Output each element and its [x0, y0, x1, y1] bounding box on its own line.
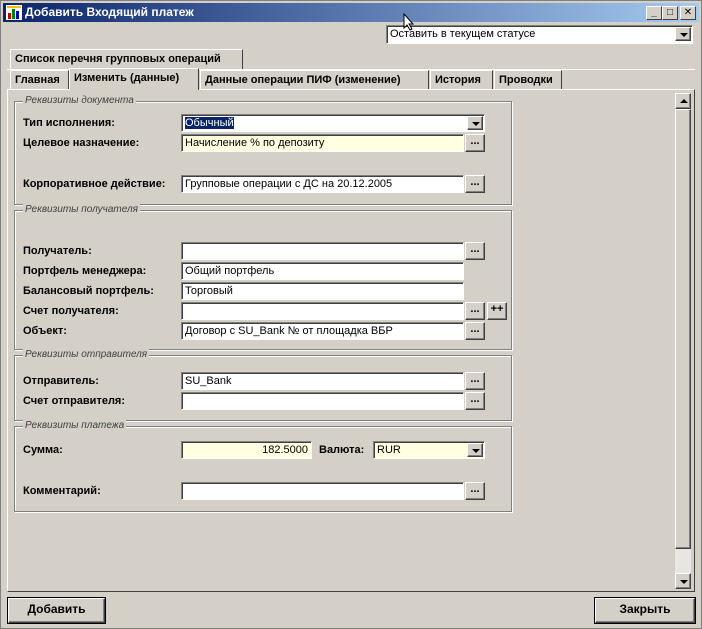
arrow-up-icon	[680, 99, 688, 103]
comment-label: Комментарий:	[23, 485, 101, 497]
sender-field[interactable]: SU_Bank	[181, 372, 464, 390]
group-title: Реквизиты платежа	[23, 420, 127, 431]
currency-select[interactable]: RUR	[373, 441, 485, 459]
object-browse-button[interactable]: ...	[465, 322, 485, 340]
amount-field[interactable]: 182.5000	[181, 441, 312, 459]
ellipsis-icon: ...	[470, 243, 480, 255]
close-window-button[interactable]: ✕	[680, 6, 696, 20]
tab-edit-data[interactable]: Изменить (данные)	[69, 68, 199, 90]
amount-label: Сумма:	[23, 444, 63, 456]
tab-label: История	[435, 74, 481, 86]
purpose-field[interactable]: Начисление % по депозиту	[181, 134, 464, 152]
scroll-up-button[interactable]	[675, 93, 691, 109]
sender-account-label: Счет отправителя:	[23, 395, 126, 407]
window-title: Добавить Входящий платеж	[25, 5, 194, 19]
title-bar[interactable]: Добавить Входящий платеж _ □ ✕	[3, 3, 699, 22]
tab-main[interactable]: Главная	[10, 70, 69, 90]
ellipsis-icon: ...	[470, 483, 480, 495]
corp-action-browse-button[interactable]: ...	[465, 175, 485, 193]
purpose-label: Целевое назначение:	[23, 137, 140, 149]
tab-label: Проводки	[499, 74, 553, 86]
exec-type-dropdown-button[interactable]	[467, 116, 483, 130]
currency-dropdown-button[interactable]	[467, 443, 483, 457]
ellipsis-icon: ...	[470, 303, 480, 315]
ellipsis-icon: ...	[470, 135, 480, 147]
tab-postings[interactable]: Проводки	[494, 70, 562, 90]
minimize-icon: _	[651, 7, 657, 18]
mouse-cursor-icon	[403, 12, 415, 34]
group-title: Реквизиты отправителя	[23, 349, 150, 360]
amount-value: 182.5000	[262, 444, 308, 456]
comment-browse-button[interactable]: ...	[465, 482, 485, 500]
object-label: Объект:	[23, 325, 67, 337]
scroll-thumb[interactable]	[675, 109, 691, 549]
chevron-down-icon	[472, 122, 480, 126]
purpose-value: Начисление % по депозиту	[185, 137, 325, 149]
object-value: Договор с SU_Bank № от площадка ВБР	[185, 325, 393, 337]
object-field[interactable]: Договор с SU_Bank № от площадка ВБР	[181, 322, 464, 340]
tab-history[interactable]: История	[430, 70, 493, 90]
tab-label: Список перечня групповых операций	[15, 53, 221, 65]
status-select[interactable]: Оставить в текущем статусе	[386, 25, 693, 44]
recipient-field[interactable]	[181, 242, 464, 260]
corp-action-label: Корпоративное действие:	[23, 178, 166, 190]
sender-account-browse-button[interactable]: ...	[465, 392, 485, 410]
recipient-account-add-button[interactable]: ++	[487, 302, 507, 320]
sender-browse-button[interactable]: ...	[465, 372, 485, 390]
balance-portfolio-label: Балансовый портфель:	[23, 285, 154, 297]
sender-account-field[interactable]	[181, 392, 464, 410]
sender-label: Отправитель:	[23, 375, 99, 387]
chevron-down-icon	[472, 449, 480, 453]
close-button[interactable]: Закрыть	[595, 598, 695, 623]
vertical-scrollbar[interactable]	[675, 93, 691, 589]
minimize-button[interactable]: _	[646, 6, 662, 20]
plus-icon: ++	[490, 303, 504, 315]
maximize-button[interactable]: □	[662, 6, 678, 20]
manager-portfolio-value: Общий портфель	[185, 265, 275, 277]
recipient-account-field[interactable]	[181, 302, 464, 320]
maximize-icon: □	[666, 7, 674, 18]
recipient-browse-button[interactable]: ...	[465, 242, 485, 260]
scroll-down-button[interactable]	[675, 573, 691, 589]
tab-pif-operation-data[interactable]: Данные операции ПИФ (изменение)	[200, 70, 429, 90]
ellipsis-icon: ...	[470, 373, 480, 385]
close-icon: ✕	[683, 7, 693, 18]
balance-portfolio-value: Торговый	[185, 285, 233, 297]
tab-group-operations-list[interactable]: Список перечня групповых операций	[10, 49, 243, 69]
currency-value: RUR	[377, 444, 401, 456]
arrow-down-icon	[680, 580, 688, 584]
comment-field[interactable]	[181, 482, 464, 500]
ellipsis-icon: ...	[470, 176, 480, 188]
manager-portfolio-label: Портфель менеджера:	[23, 265, 147, 277]
corp-action-value: Групповые операции с ДС на 20.12.2005	[185, 178, 393, 190]
add-button[interactable]: Добавить	[8, 598, 105, 623]
ellipsis-icon: ...	[470, 393, 480, 405]
recipient-account-label: Счет получателя:	[23, 305, 119, 317]
dialog-window: Добавить Входящий платеж _ □ ✕ Оставить …	[0, 0, 702, 629]
tab-label: Данные операции ПИФ (изменение)	[205, 74, 401, 86]
balance-portfolio-field[interactable]: Торговый	[181, 282, 464, 300]
manager-portfolio-field[interactable]: Общий портфель	[181, 262, 464, 280]
status-dropdown-button[interactable]	[675, 27, 691, 41]
tab-label: Изменить (данные)	[74, 72, 180, 84]
currency-label: Валюта:	[319, 444, 365, 456]
exec-type-label: Тип исполнения:	[23, 117, 115, 129]
tab-label: Главная	[15, 74, 60, 86]
app-chart-icon	[6, 5, 22, 20]
chevron-down-icon	[680, 33, 688, 37]
ellipsis-icon: ...	[470, 323, 480, 335]
recipient-label: Получатель:	[23, 245, 92, 257]
purpose-browse-button[interactable]: ...	[465, 134, 485, 152]
exec-type-select[interactable]: Обычный	[181, 114, 485, 132]
sender-value: SU_Bank	[185, 375, 232, 387]
exec-type-value: Обычный	[185, 117, 234, 129]
group-title: Реквизиты получателя	[23, 204, 140, 215]
group-title: Реквизиты документа	[23, 95, 136, 106]
recipient-account-browse-button[interactable]: ...	[465, 302, 485, 320]
corp-action-field[interactable]: Групповые операции с ДС на 20.12.2005	[181, 175, 464, 193]
